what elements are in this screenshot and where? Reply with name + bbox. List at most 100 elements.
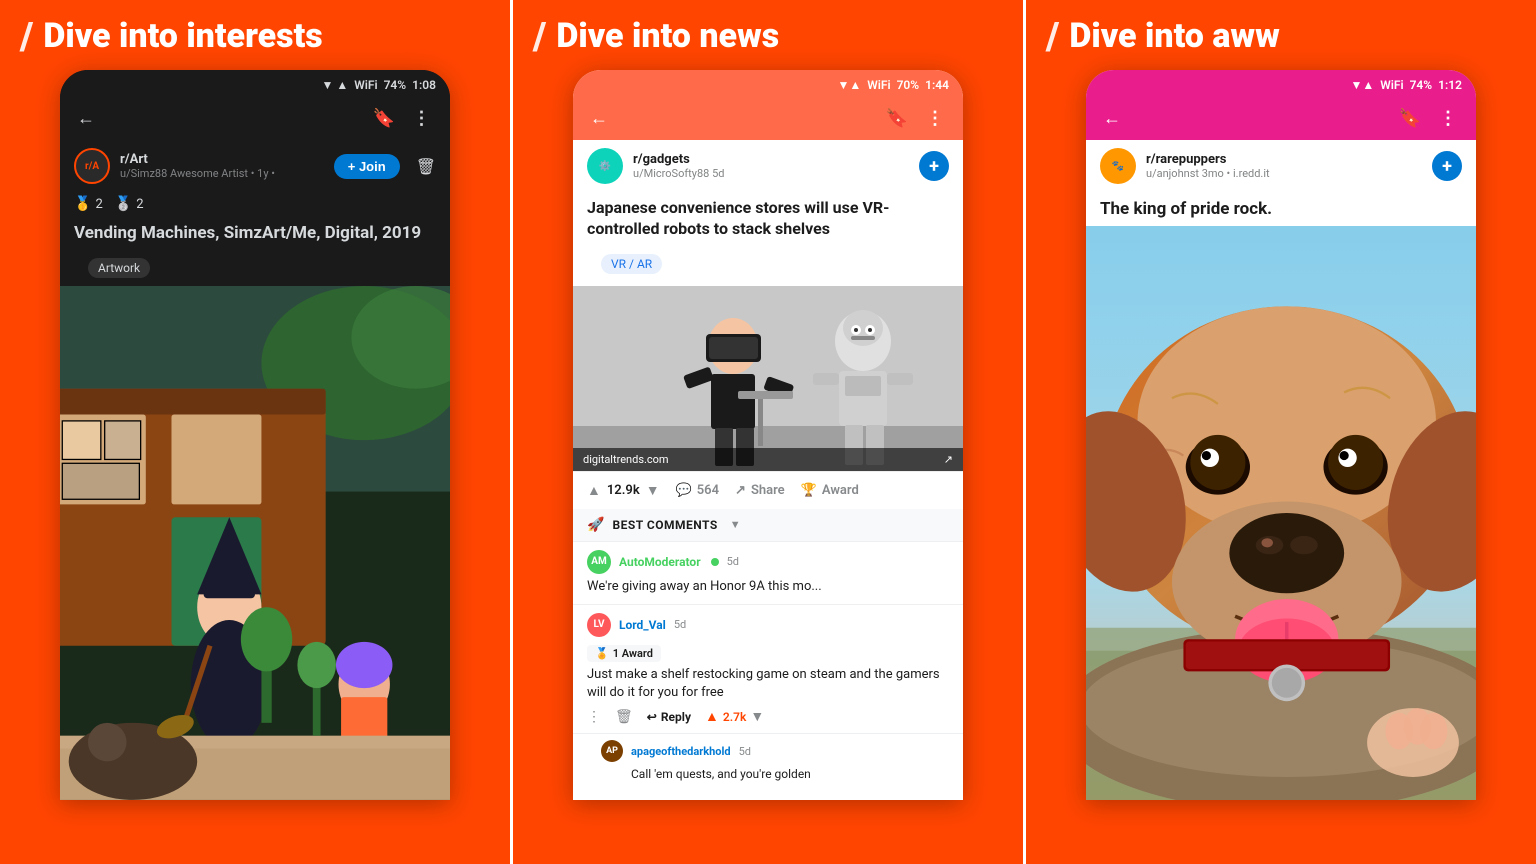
more-dots-icon[interactable]: ⋮	[587, 709, 601, 725]
more-icon-3[interactable]: ⋮	[1434, 104, 1462, 132]
meta-text-2: r/gadgets u/MicroSofty88 5d	[633, 152, 909, 180]
lord-val-name[interactable]: Lord_Val	[619, 618, 666, 632]
subreddit-avatar-1: r/A	[74, 148, 110, 184]
time-1: 1:08	[412, 78, 436, 92]
lord-val-text: Just make a shelf restocking game on ste…	[587, 666, 949, 702]
comment-downvote-icon[interactable]: ▼	[750, 708, 764, 725]
time-3: 1:12	[1438, 78, 1462, 92]
image-source-text: digitaltrends.com	[583, 453, 669, 466]
post-meta-1: r/A r/Art u/Simz88 Awesome Artist • 1y •…	[60, 140, 450, 192]
join-button-1[interactable]: + Join	[334, 154, 400, 179]
downvote-icon-2[interactable]: ▼	[646, 482, 660, 499]
nav-bar-3: ← 🔖 ⋮	[1086, 96, 1476, 140]
subreddit-name-3[interactable]: r/rarepuppers	[1146, 152, 1422, 167]
comment-vote-group: ▲ 2.7k ▼	[705, 708, 764, 725]
post-flair-2[interactable]: VR / AR	[601, 254, 662, 274]
nav-bar-2: ← 🔖 ⋮	[573, 96, 963, 140]
subreddit-avatar-3: 🐾	[1100, 148, 1136, 184]
status-bar-3: ▼▲ WiFi 74% 1:12	[1086, 70, 1476, 96]
action-bar-2: ▲ 12.9k ▼ 💬 564 ↗ Share 🏆 Award	[573, 471, 963, 509]
battery-2: 70%	[897, 78, 920, 92]
bookmark-icon-3[interactable]: 🔖	[1396, 104, 1424, 132]
flair-container-2: VR / AR	[573, 246, 963, 286]
art-svg	[60, 286, 450, 800]
post-image-2: digitaltrends.com ↗	[573, 286, 963, 471]
gadgets-svg	[573, 286, 963, 471]
signal-icon-3: ▼▲	[1350, 78, 1374, 92]
award-gold-icon: 🥇	[74, 196, 91, 212]
lord-val-avatar: LV	[587, 613, 611, 637]
automoderator-name[interactable]: AutoModerator	[619, 555, 701, 569]
time-2: 1:44	[925, 78, 949, 92]
comment-actions-val: ⋮ 🗑 ↩ Reply ▲ 2.7k ▼	[587, 708, 949, 725]
panel-interests: / Dive into interests ▼ ▲ WiFi 74% 1:08 …	[0, 0, 510, 864]
comment-upvote-count: 2.7k	[723, 710, 746, 724]
upvote-icon-2[interactable]: ▲	[587, 482, 601, 499]
post-by-2: u/MicroSofty88 5d	[633, 167, 909, 180]
sort-chevron-icon[interactable]: ▼	[730, 518, 741, 531]
back-button-3[interactable]: ←	[1100, 106, 1124, 130]
comment-upvote-icon[interactable]: ▲	[705, 708, 719, 725]
phone-wrapper-1: ▼ ▲ WiFi 74% 1:08 ← 🔖 ⋮ r/A r/Art u/Simz…	[0, 70, 510, 864]
subreddit-name-1[interactable]: r/Art	[120, 152, 324, 167]
award-btn-2[interactable]: 🏆 Award	[801, 483, 859, 498]
nav-bar-1: ← 🔖 ⋮	[60, 96, 450, 140]
phone-mockup-2: ▼▲ WiFi 70% 1:44 ← 🔖 ⋮ ⚙️ r/gadgets	[573, 70, 963, 800]
rocket-icon: 🚀	[587, 517, 604, 533]
best-comments-label: BEST COMMENTS	[612, 518, 717, 532]
automoderator-meta: 5d	[727, 555, 739, 568]
save-icon-1[interactable]: 🗑	[416, 157, 436, 176]
reply-button[interactable]: ↩ Reply	[647, 710, 691, 724]
more-icon-2[interactable]: ⋮	[921, 104, 949, 132]
bookmark-icon-1[interactable]: 🔖	[370, 104, 398, 132]
post-image-3	[1086, 226, 1476, 800]
post-flair-1[interactable]: Artwork	[88, 258, 150, 278]
phone-wrapper-3: ▼▲ WiFi 74% 1:12 ← 🔖 ⋮ 🐾 r/rarepuppers u…	[1026, 70, 1536, 864]
comment-award-badge: 🏅 1 Award	[587, 645, 661, 662]
panel-aww-title: Dive into aww	[1069, 18, 1279, 55]
back-button-2[interactable]: ←	[587, 106, 611, 130]
more-icon-1[interactable]: ⋮	[408, 104, 436, 132]
panel-interests-title: Dive into interests	[43, 18, 322, 55]
nested-comment-text: Call 'em quests, and you're golden	[601, 766, 949, 783]
post-by-1: u/Simz88 Awesome Artist • 1y •	[120, 167, 324, 180]
phone-mockup-3: ▼▲ WiFi 74% 1:12 ← 🔖 ⋮ 🐾 r/rarepuppers u…	[1086, 70, 1476, 800]
slash-icon-1: /	[20, 18, 33, 56]
wifi-icon-3: WiFi	[1380, 78, 1403, 92]
panel-aww: / Dive into aww ▼▲ WiFi 74% 1:12 ← 🔖 ⋮ 🐾	[1026, 0, 1536, 864]
flair-container-1: Artwork	[60, 250, 450, 286]
panel-news-title: Dive into news	[556, 18, 779, 55]
external-link-icon: ↗	[944, 453, 953, 466]
subreddit-name-2[interactable]: r/gadgets	[633, 152, 909, 167]
back-button-1[interactable]: ←	[74, 106, 98, 130]
slash-icon-3: /	[1046, 18, 1059, 56]
post-image-1	[60, 286, 450, 800]
vote-count-2: 12.9k	[607, 483, 640, 498]
status-bar-1: ▼ ▲ WiFi 74% 1:08	[60, 70, 450, 96]
wifi-icon-2: WiFi	[867, 78, 890, 92]
phone-content-2: ⚙️ r/gadgets u/MicroSofty88 5d + Japanes…	[573, 140, 963, 800]
plus-join-btn-2[interactable]: +	[919, 151, 949, 181]
share-comment-icon[interactable]: 🗑	[615, 709, 633, 725]
lord-val-meta: 5d	[674, 618, 686, 631]
post-title-2: Japanese convenience stores will use VR-…	[573, 192, 963, 246]
apageofthedarkhold-name[interactable]: apageofthedarkhold	[631, 745, 731, 758]
vote-group-2: ▲ 12.9k ▼	[587, 482, 660, 499]
automoderator-text: We're giving away an Honor 9A this mo...	[587, 578, 867, 596]
battery-3: 74%	[1410, 78, 1433, 92]
post-by-3: u/anjohnst 3mo • i.redd.it	[1146, 167, 1422, 180]
bookmark-icon-2[interactable]: 🔖	[883, 104, 911, 132]
meta-text-3: r/rarepuppers u/anjohnst 3mo • i.redd.it	[1146, 152, 1422, 180]
plus-join-btn-3[interactable]: +	[1432, 151, 1462, 181]
share-btn-2[interactable]: ↗ Share	[735, 483, 785, 498]
comment-btn-2[interactable]: 💬 564	[676, 483, 719, 498]
signal-icon-2: ▼▲	[837, 78, 861, 92]
reply-icon: ↩	[647, 710, 657, 724]
dog-svg	[1086, 226, 1476, 800]
meta-text-1: r/Art u/Simz88 Awesome Artist • 1y •	[120, 152, 324, 180]
comment-header-auto: AM AutoModerator 5d	[587, 550, 949, 574]
panel-news: / Dive into news ▼▲ WiFi 70% 1:44 ← 🔖 ⋮	[510, 0, 1026, 864]
comment-automoderator: AM AutoModerator 5d We're giving away an…	[573, 542, 963, 605]
comment-header-val: LV Lord_Val 5d	[587, 613, 949, 637]
nested-comment: AP apageofthedarkhold 5d Call 'em quests…	[573, 734, 963, 789]
